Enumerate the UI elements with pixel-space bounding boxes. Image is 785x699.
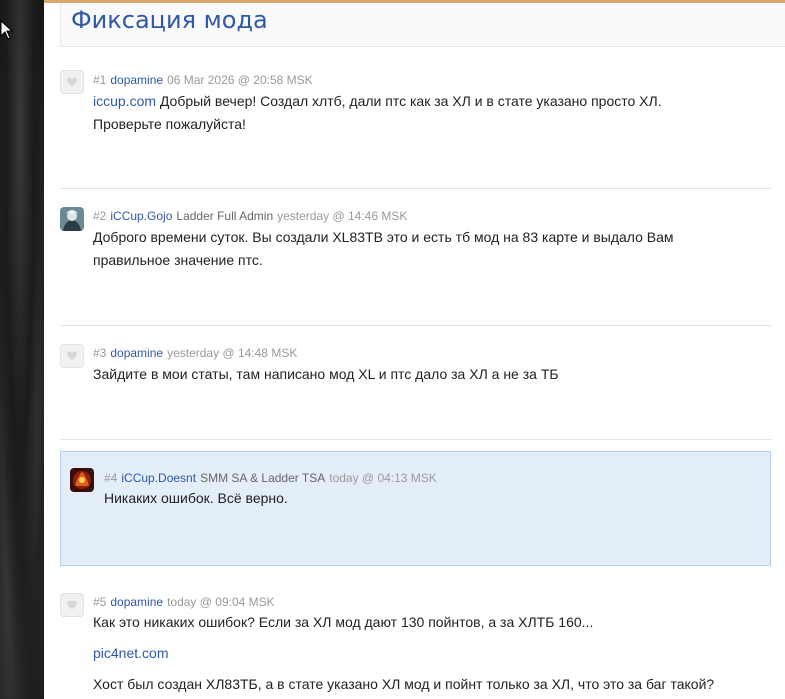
post-divider: [60, 325, 771, 326]
post-author[interactable]: iCCup.Doesnt: [121, 471, 196, 485]
avatar[interactable]: [60, 593, 84, 617]
post-text: Добрый вечер! Создал хлтб, дали птс как …: [159, 93, 662, 109]
post-number[interactable]: #1: [93, 73, 106, 87]
avatar[interactable]: [60, 207, 84, 231]
forum-thread: Фиксация мода #1 dopamine 06 Mar 2026 @ 20…: [44, 0, 785, 699]
post-body: iccup.com Добрый вечер! Создал хлтб, дал…: [93, 90, 763, 136]
post-body: Доброго времени суток. Вы создали XL83TB…: [93, 226, 763, 272]
avatar[interactable]: [60, 70, 84, 94]
post-author[interactable]: iCCup.Gojo: [110, 209, 172, 223]
user-role: SMM SA & Ladder TSA: [200, 471, 326, 485]
post-link[interactable]: iccup.com: [93, 93, 156, 109]
post-text: Зайдите в мои статы, там написано мод XL…: [93, 366, 559, 382]
post-date: yesterday @ 14:46 MSK: [277, 209, 408, 223]
post-text-line2: Хост был создан ХЛ83ТБ, а в стате указан…: [93, 676, 715, 692]
post-number[interactable]: #4: [104, 471, 117, 485]
post-meta: #5 dopamine today @ 09:04 MSK: [93, 595, 275, 609]
page-title: Фиксация мода: [71, 6, 268, 34]
heart-placeholder-icon: [66, 77, 78, 87]
heart-placeholder-icon: [66, 600, 78, 610]
post-meta: #3 dopamine yesterday @ 14:48 MSK: [93, 346, 297, 360]
mouse-cursor-icon: [0, 20, 14, 40]
post-meta: #2 iCCup.Gojo Ladder Full Admin yesterday @…: [93, 209, 407, 223]
post-divider: [60, 188, 771, 189]
user-role: Ladder Full Admin: [176, 209, 274, 223]
post-author[interactable]: dopamine: [110, 346, 163, 360]
post-date: today @ 09:04 MSK: [167, 595, 275, 609]
user-avatar-icon: [60, 207, 84, 231]
post-meta: #4 iCCup.Doesnt SMM SA & Ladder TSA today @…: [104, 471, 437, 485]
user-avatar-icon: [70, 468, 94, 492]
post-body: Зайдите в мои статы, там написано мод XL…: [93, 363, 763, 386]
post-author[interactable]: dopamine: [110, 73, 163, 87]
heart-placeholder-icon: [66, 351, 78, 361]
post-number[interactable]: #5: [93, 595, 106, 609]
post-author[interactable]: dopamine: [110, 595, 163, 609]
post-divider: [60, 439, 771, 440]
post-text-line2: правильное значение птс.: [93, 252, 263, 268]
post-number[interactable]: #3: [93, 346, 106, 360]
post-text: Как это никаких ошибок? Если за ХЛ мод д…: [93, 614, 594, 630]
post-date: yesterday @ 14:48 MSK: [167, 346, 298, 360]
post-meta: #1 dopamine 06 Mar 2026 @ 20:58 MSK: [93, 73, 313, 87]
post-text: Никаких ошибок. Всё верно.: [104, 490, 288, 506]
post-date: today @ 04:13 MSK: [329, 471, 437, 485]
post-number[interactable]: #2: [93, 209, 106, 223]
post-text-line2: Проверьте пожалуйста!: [93, 116, 246, 132]
post-date: 06 Mar 2026 @ 20:58 MSK: [167, 73, 313, 87]
avatar[interactable]: [60, 344, 84, 368]
thread-header: Фиксация мода: [60, 3, 785, 47]
background-artwork: [0, 0, 44, 699]
post-body: Никаких ошибок. Всё верно.: [104, 487, 754, 510]
avatar[interactable]: [70, 468, 94, 492]
post-link[interactable]: pic4net.com: [93, 642, 168, 665]
post-text: Доброго времени суток. Вы создали XL83TB…: [93, 229, 674, 245]
